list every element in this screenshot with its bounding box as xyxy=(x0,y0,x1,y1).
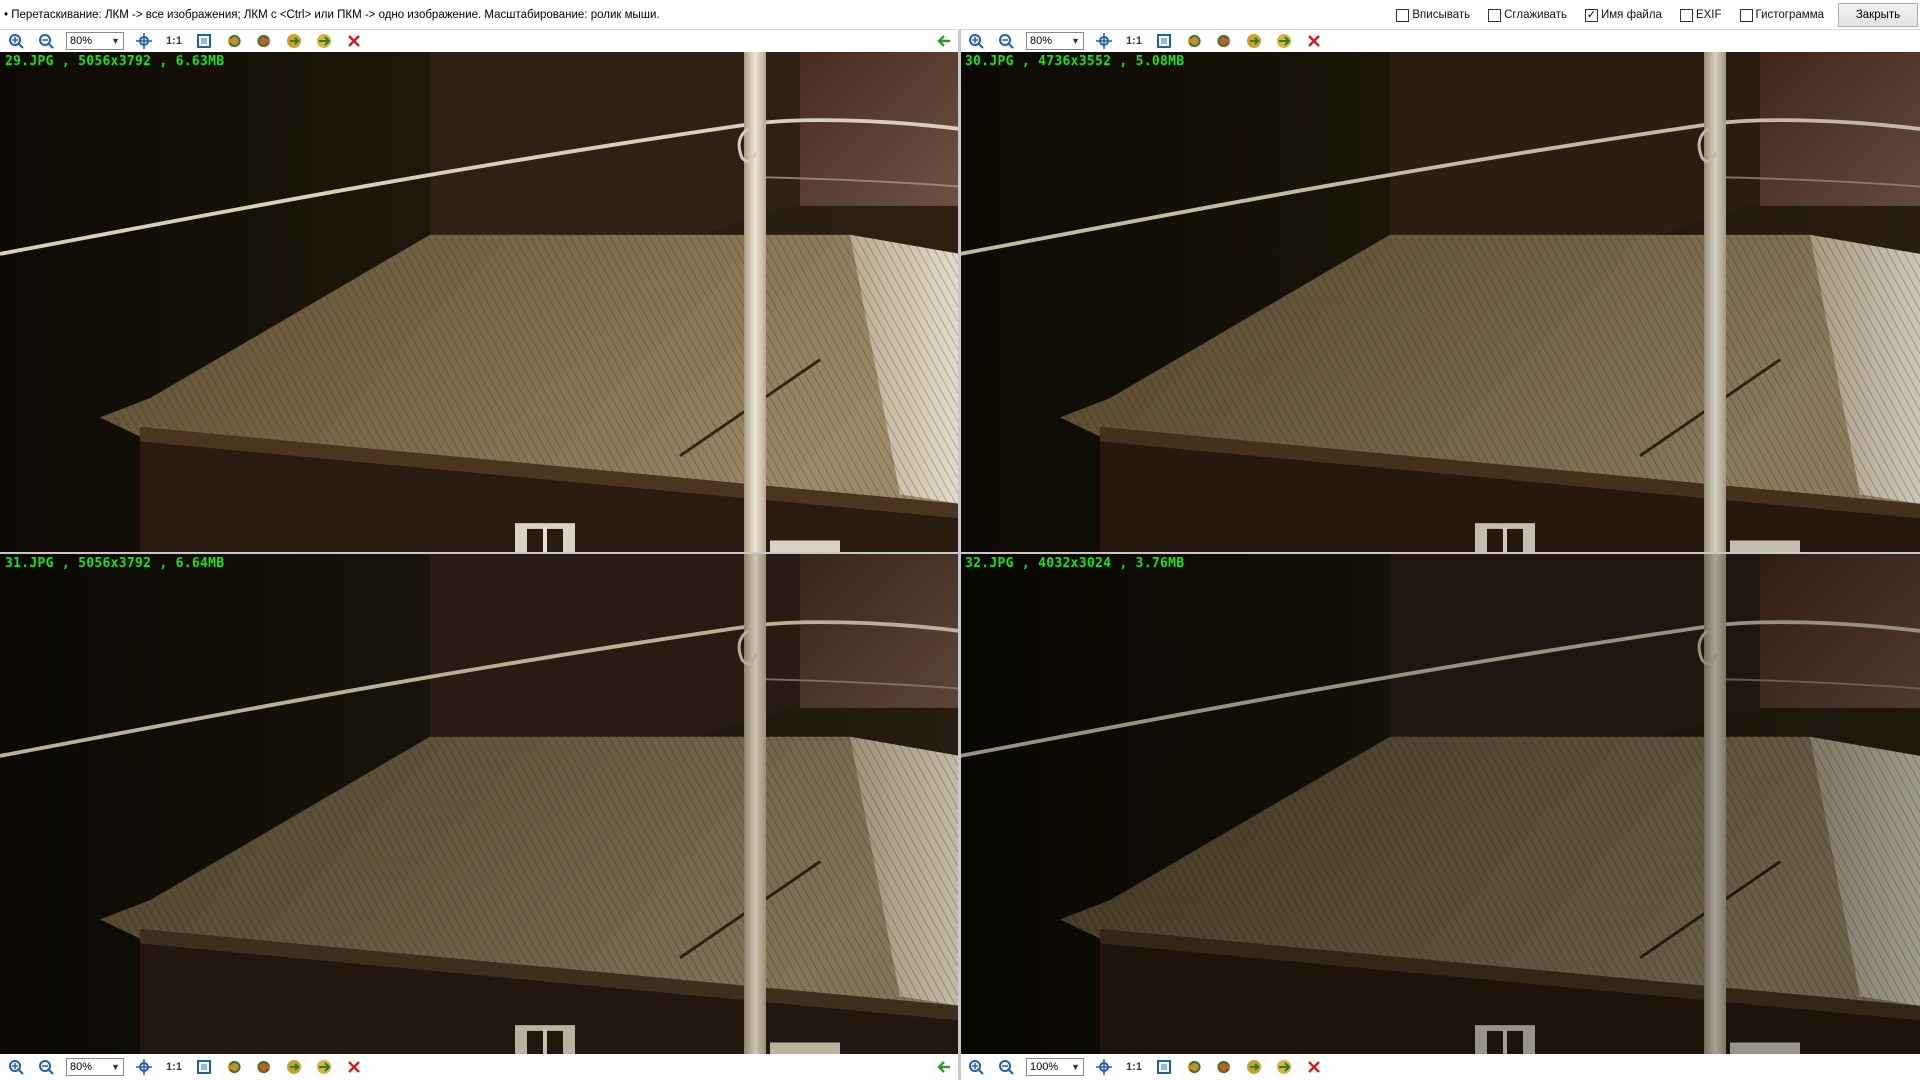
image-view-4[interactable]: 32.JPG , 4032x3024 , 3.76MB xyxy=(960,554,1920,1054)
image-caption: 31.JPG , 5056x3792 , 6.64MB xyxy=(5,556,225,571)
close-icon[interactable] xyxy=(344,31,364,51)
chevron-down-icon: ▼ xyxy=(111,1062,120,1072)
zoom-select-2[interactable]: 80% ▼ xyxy=(1026,32,1084,50)
option-fit-label: Вписывать xyxy=(1412,9,1471,21)
frame-icon[interactable] xyxy=(194,31,214,51)
rotate-left-icon[interactable] xyxy=(1184,1057,1204,1077)
checkbox-exif[interactable] xyxy=(1679,8,1693,22)
zoom-out-icon[interactable] xyxy=(996,1057,1016,1077)
rotate-left-icon[interactable] xyxy=(224,31,244,51)
option-exif-label: EXIF xyxy=(1695,9,1722,21)
image-panel-4[interactable]: 32.JPG , 4032x3024 , 3.76MB 100% ▼ 1:1 xyxy=(960,554,1920,1080)
checkbox-smooth[interactable] xyxy=(1488,8,1502,22)
option-smooth-label: Сглаживать xyxy=(1504,9,1567,21)
zoom-out-icon[interactable] xyxy=(36,31,56,51)
image-caption: 32.JPG , 4032x3024 , 3.76MB xyxy=(965,556,1185,571)
sync-icon[interactable] xyxy=(1244,1057,1264,1077)
image-view-3[interactable]: 31.JPG , 5056x3792 , 6.64MB xyxy=(0,554,960,1054)
next-icon[interactable] xyxy=(314,1057,334,1077)
chevron-down-icon: ▼ xyxy=(111,36,120,46)
zoom-in-icon[interactable] xyxy=(6,31,26,51)
image-panel-2[interactable]: 80% ▼ 1:1 30.JPG , 4736x3552 , 5.08MB xyxy=(960,30,1920,552)
rotate-left-icon[interactable] xyxy=(1184,31,1204,51)
zoom-value: 80% xyxy=(1030,35,1053,47)
panel-toolbar-1: 80% ▼ 1:1 xyxy=(0,30,960,52)
image-caption: 29.JPG , 5056x3792 , 6.63MB xyxy=(5,54,225,69)
arrow-left-icon[interactable] xyxy=(934,31,954,51)
option-fit[interactable]: Вписывать xyxy=(1396,8,1471,22)
actual-size-button[interactable]: 1:1 xyxy=(164,31,184,51)
option-exif[interactable]: EXIF xyxy=(1679,8,1722,22)
panel-divider-horizontal[interactable] xyxy=(0,552,1920,554)
zoom-value: 80% xyxy=(70,1061,93,1073)
chevron-down-icon: ▼ xyxy=(1071,1062,1080,1072)
zoom-out-icon[interactable] xyxy=(996,31,1016,51)
fit-icon[interactable] xyxy=(1094,31,1114,51)
rotate-left-icon[interactable] xyxy=(224,1057,244,1077)
checkbox-histogram[interactable] xyxy=(1739,8,1753,22)
option-filename-label: Имя файла xyxy=(1600,9,1662,21)
rotate-right-icon[interactable] xyxy=(1214,31,1234,51)
zoom-select-1[interactable]: 80% ▼ xyxy=(66,32,124,50)
checkbox-filename[interactable]: ✓ xyxy=(1584,8,1598,22)
fit-icon[interactable] xyxy=(134,31,154,51)
option-smooth[interactable]: Сглаживать xyxy=(1488,8,1567,22)
option-histogram-label: Гистограмма xyxy=(1755,9,1824,21)
frame-icon[interactable] xyxy=(194,1057,214,1077)
close-icon[interactable] xyxy=(1304,1057,1324,1077)
sync-icon[interactable] xyxy=(284,1057,304,1077)
actual-size-button[interactable]: 1:1 xyxy=(164,1057,184,1077)
zoom-value: 100% xyxy=(1030,1061,1059,1073)
image-panel-1[interactable]: 80% ▼ 1:1 29.JPG , 5056x3792 , 6.63MB xyxy=(0,30,960,552)
arrow-left-icon[interactable] xyxy=(934,1057,954,1077)
checkbox-fit[interactable] xyxy=(1396,8,1410,22)
rotate-right-icon[interactable] xyxy=(1214,1057,1234,1077)
rotate-right-icon[interactable] xyxy=(254,1057,274,1077)
rotate-right-icon[interactable] xyxy=(254,31,274,51)
view-options: Вписывать Сглаживать ✓ Имя файла EXIF Ги… xyxy=(1378,0,1920,30)
panel-divider-vertical[interactable] xyxy=(958,30,961,1080)
close-icon[interactable] xyxy=(1304,31,1324,51)
chevron-down-icon: ▼ xyxy=(1071,36,1080,46)
next-icon[interactable] xyxy=(314,31,334,51)
image-view-1[interactable]: 29.JPG , 5056x3792 , 6.63MB xyxy=(0,52,960,552)
zoom-in-icon[interactable] xyxy=(966,31,986,51)
zoom-in-icon[interactable] xyxy=(6,1057,26,1077)
fit-icon[interactable] xyxy=(134,1057,154,1077)
zoom-out-icon[interactable] xyxy=(36,1057,56,1077)
frame-icon[interactable] xyxy=(1154,1057,1174,1077)
fit-icon[interactable] xyxy=(1094,1057,1114,1077)
actual-size-button[interactable]: 1:1 xyxy=(1124,1057,1144,1077)
frame-icon[interactable] xyxy=(1154,31,1174,51)
option-filename[interactable]: ✓ Имя файла xyxy=(1584,8,1662,22)
close-button[interactable]: Закрыть xyxy=(1838,3,1918,27)
image-view-2[interactable]: 30.JPG , 4736x3552 , 5.08MB xyxy=(960,52,1920,552)
panel-toolbar-3: 80% ▼ 1:1 xyxy=(0,1054,960,1080)
actual-size-button[interactable]: 1:1 xyxy=(1124,31,1144,51)
top-bar: • Перетаскивание: ЛКМ -> все изображения… xyxy=(0,0,1920,30)
next-icon[interactable] xyxy=(1274,1057,1294,1077)
sync-icon[interactable] xyxy=(1244,31,1264,51)
close-icon[interactable] xyxy=(344,1057,364,1077)
zoom-select-3[interactable]: 80% ▼ xyxy=(66,1058,124,1076)
sync-icon[interactable] xyxy=(284,31,304,51)
zoom-select-4[interactable]: 100% ▼ xyxy=(1026,1058,1084,1076)
panel-toolbar-4: 100% ▼ 1:1 xyxy=(960,1054,1920,1080)
panel-toolbar-2: 80% ▼ 1:1 xyxy=(960,30,1920,52)
next-icon[interactable] xyxy=(1274,31,1294,51)
option-histogram[interactable]: Гистограмма xyxy=(1739,8,1824,22)
zoom-in-icon[interactable] xyxy=(966,1057,986,1077)
image-caption: 30.JPG , 4736x3552 , 5.08MB xyxy=(965,54,1185,69)
image-panel-3[interactable]: 31.JPG , 5056x3792 , 6.64MB 80% ▼ 1:1 xyxy=(0,554,960,1080)
zoom-value: 80% xyxy=(70,35,93,47)
usage-hint: • Перетаскивание: ЛКМ -> все изображения… xyxy=(4,8,660,21)
